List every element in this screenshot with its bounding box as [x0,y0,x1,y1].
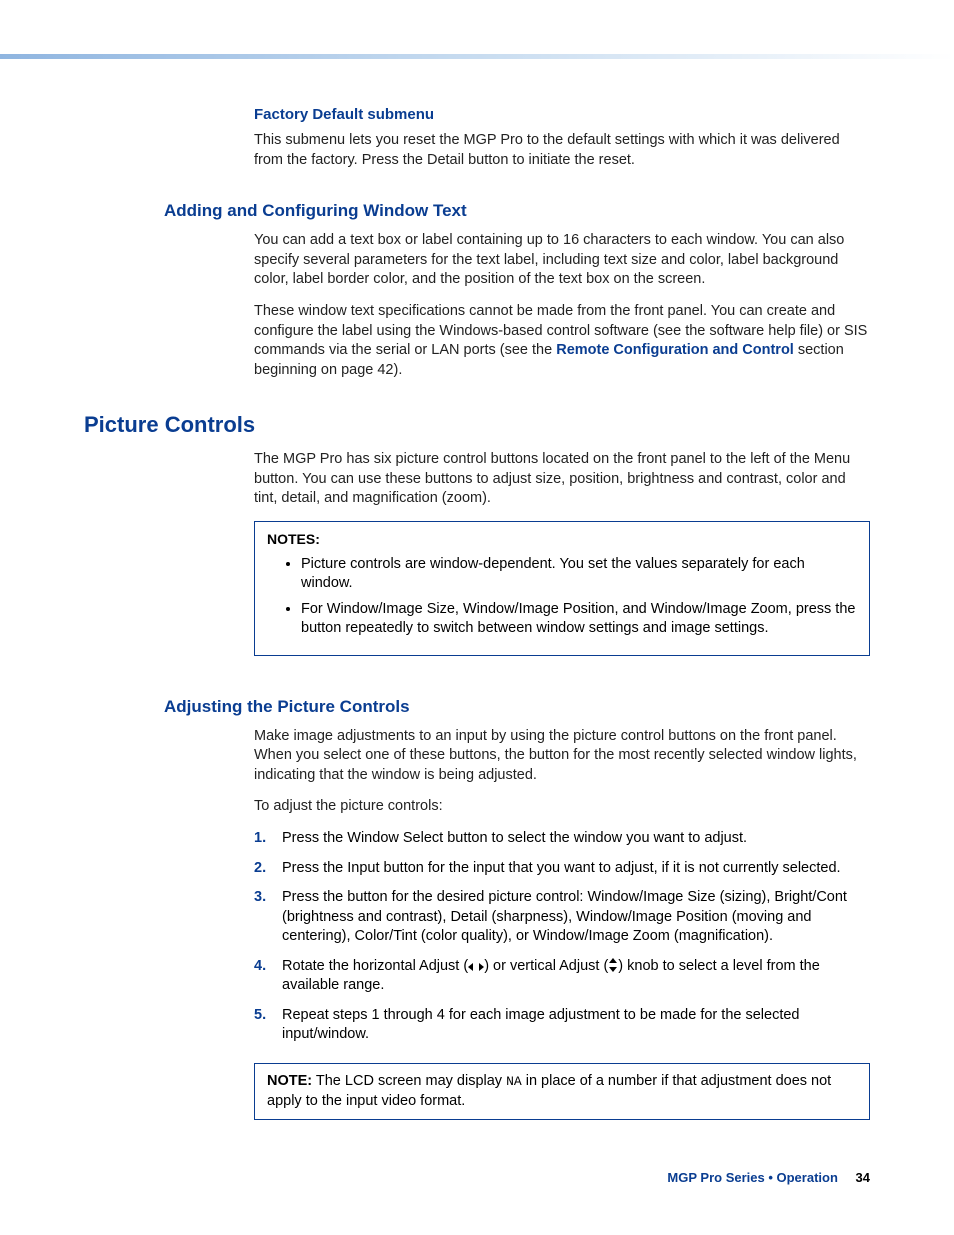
steps-list: Press the Window Select button to select… [254,829,870,1045]
text-fragment: ) or vertical Adjust ( [484,958,608,974]
heading-adjusting-picture-controls: Adjusting the Picture Controls [164,696,870,719]
footer-page-number: 34 [856,1170,870,1185]
note-item: Picture controls are window-dependent. Y… [301,555,857,594]
paragraph-picture-controls-1: The MGP Pro has six picture control butt… [254,450,870,509]
paragraph-factory-default: This submenu lets you reset the MGP Pro … [254,131,870,170]
notes-box: NOTES: Picture controls are window-depen… [254,521,870,656]
paragraph-window-text-1: You can add a text box or label containi… [254,231,870,290]
link-remote-config[interactable]: Remote Configuration and Control [556,342,794,358]
text-fragment: Rotate the horizontal Adjust ( [282,958,468,974]
step-1: Press the Window Select button to select… [254,829,870,849]
step-2: Press the Input button for the input tha… [254,859,870,879]
page-footer: MGP Pro Series • Operation 34 [667,1169,870,1187]
note-label: NOTE: [267,1073,312,1089]
step-4: Rotate the horizontal Adjust ( ) or verti… [254,957,870,996]
step-3: Press the button for the desired picture… [254,888,870,947]
na-text: NA [506,1074,522,1089]
footer-title: MGP Pro Series • Operation [667,1170,837,1185]
vertical-adjust-icon [608,958,618,972]
paragraph-adjusting-1: Make image adjustments to an input by us… [254,727,870,786]
heading-picture-controls: Picture Controls [84,410,870,440]
paragraph-window-text-2: These window text specifications cannot … [254,302,870,380]
heading-factory-default: Factory Default submenu [254,105,870,125]
text-fragment: The LCD screen may display [316,1073,506,1089]
notes-label: NOTES: [267,530,857,549]
step-5: Repeat steps 1 through 4 for each image … [254,1006,870,1045]
paragraph-adjusting-lead: To adjust the picture controls: [254,797,870,817]
page-content: Factory Default submenu This submenu let… [0,0,954,1120]
top-gradient-bar [0,54,954,59]
horizontal-adjust-icon [468,962,484,972]
note-item: For Window/Image Size, Window/Image Posi… [301,600,857,639]
note-box-single: NOTE: The LCD screen may display NA in p… [254,1063,870,1120]
heading-window-text: Adding and Configuring Window Text [164,200,870,223]
